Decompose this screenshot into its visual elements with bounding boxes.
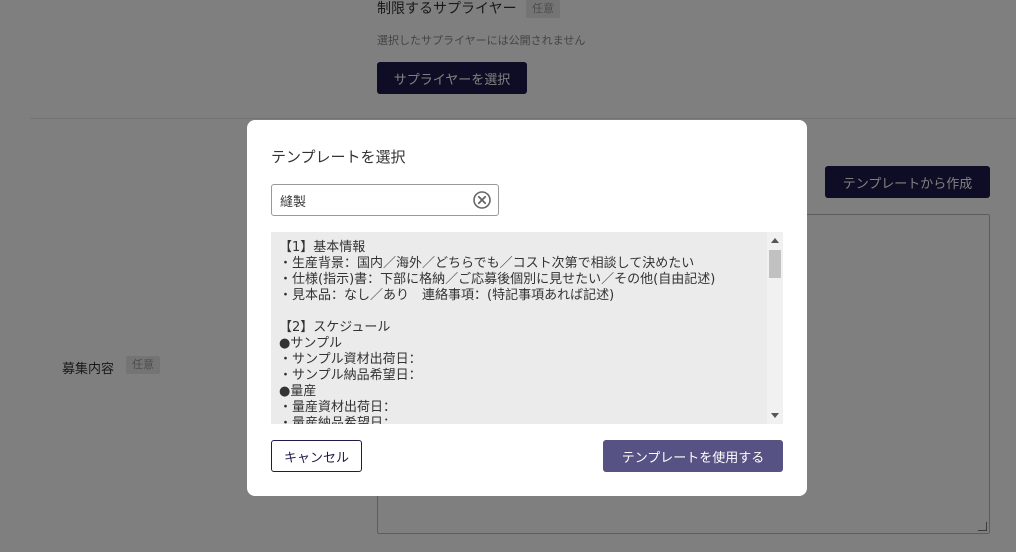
template-select-modal: テンプレートを選択 【1】基本情報 ・生産背景：国内／海外／どちらでも／コスト次… xyxy=(247,120,807,496)
template-preview-scrollbar[interactable] xyxy=(767,232,783,424)
triangle-up-icon[interactable] xyxy=(771,238,779,243)
cancel-button[interactable]: キャンセル xyxy=(271,440,362,472)
template-preview[interactable]: 【1】基本情報 ・生産背景：国内／海外／どちらでも／コスト次第で相談して決めたい… xyxy=(271,232,783,424)
use-template-button[interactable]: テンプレートを使用する xyxy=(603,440,783,472)
circle-x-icon[interactable] xyxy=(472,190,492,210)
modal-title: テンプレートを選択 xyxy=(271,148,406,166)
scrollbar-thumb[interactable] xyxy=(769,250,781,278)
template-search-input[interactable] xyxy=(280,191,460,209)
template-search-box[interactable] xyxy=(271,184,499,216)
triangle-down-icon[interactable] xyxy=(771,413,779,418)
template-preview-text: 【1】基本情報 ・生産背景：国内／海外／どちらでも／コスト次第で相談して決めたい… xyxy=(279,240,716,424)
